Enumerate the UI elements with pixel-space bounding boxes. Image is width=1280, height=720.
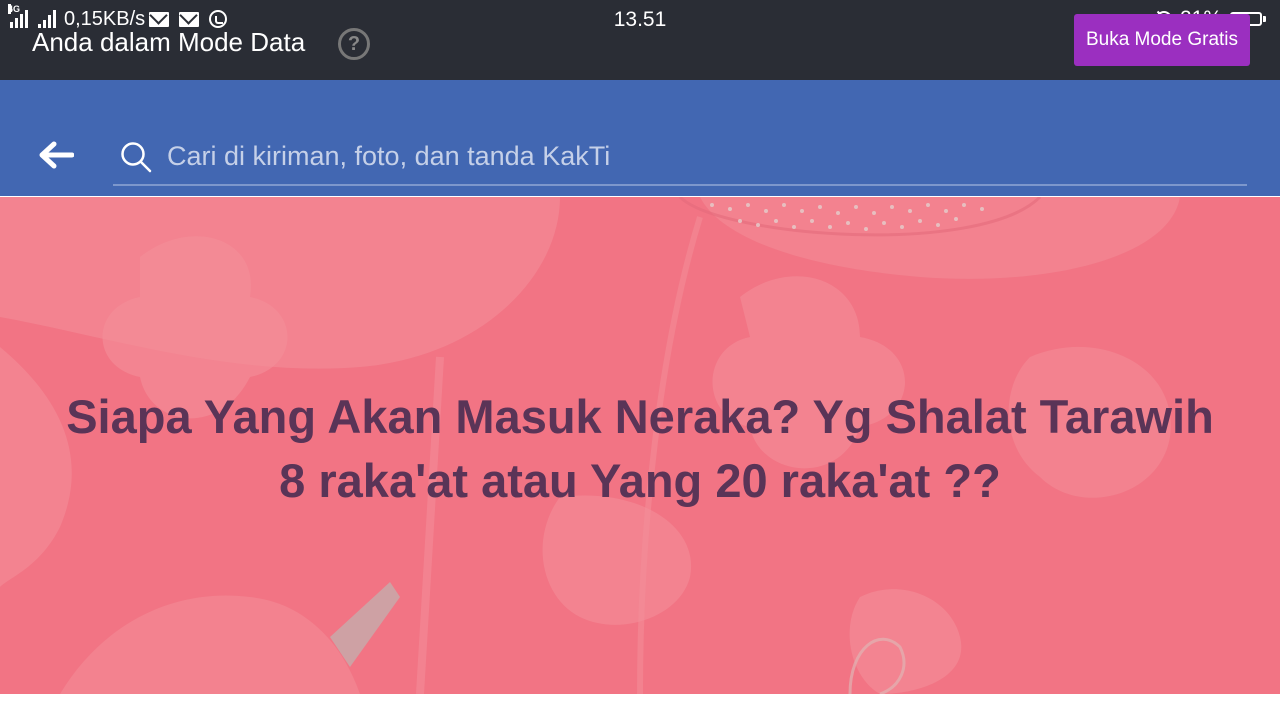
bottom-strip — [0, 694, 1280, 720]
post-banner[interactable]: Siapa Yang Akan Masuk Neraka? Yg Shalat … — [0, 197, 1280, 694]
free-mode-button[interactable]: Buka Mode Gratis — [1074, 14, 1250, 66]
search-input[interactable] — [167, 134, 1227, 178]
back-arrow-icon[interactable] — [38, 140, 74, 170]
search-icon — [121, 142, 152, 173]
help-icon[interactable]: ? — [338, 28, 370, 60]
post-text: Siapa Yang Akan Masuk Neraka? Yg Shalat … — [66, 390, 1214, 507]
search-field[interactable] — [113, 130, 1247, 186]
data-mode-label: Anda dalam Mode Data — [32, 27, 306, 57]
data-mode-bar: 4G 0,15KB/s 13.51 21% Anda dalam Mode Da… — [0, 0, 1280, 80]
